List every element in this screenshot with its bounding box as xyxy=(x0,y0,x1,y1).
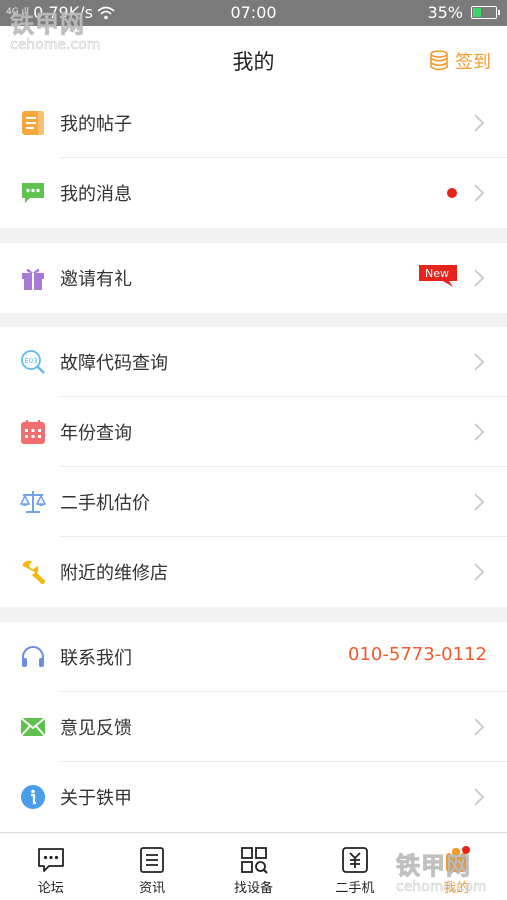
chevron-right-icon xyxy=(474,788,485,806)
news-icon xyxy=(140,847,165,873)
tab-find-equipment[interactable]: 找设备 xyxy=(203,833,304,900)
menu-item-repair-shops[interactable]: 附近的维修店 xyxy=(0,537,507,607)
battery-percent: 35% xyxy=(427,3,463,22)
menu-label: 二手机估价 xyxy=(60,493,150,514)
menu-label: 我的消息 xyxy=(60,184,132,205)
fault-code-search-icon: E03 xyxy=(20,349,46,375)
tab-used-machines[interactable]: 二手机 xyxy=(304,833,405,900)
grid-search-icon xyxy=(240,847,268,874)
menu-label: 年份查询 xyxy=(60,423,132,444)
calendar-icon xyxy=(20,419,46,445)
wrench-icon xyxy=(20,559,46,585)
gift-icon xyxy=(20,265,46,291)
tab-news[interactable]: 资讯 xyxy=(101,833,202,900)
tab-label: 我的 xyxy=(443,881,470,896)
menu-label: 邀请有礼 xyxy=(60,269,132,290)
new-badge: New xyxy=(419,265,457,287)
menu-label: 关于铁甲 xyxy=(60,788,132,809)
chevron-right-icon xyxy=(474,493,485,511)
menu-item-about[interactable]: 关于铁甲 xyxy=(0,762,507,832)
page-header: 我的 签到 xyxy=(0,26,507,96)
menu-item-invite[interactable]: 邀请有礼 New xyxy=(0,243,507,313)
menu-item-contact-us[interactable]: 联系我们 010-5773-0112 xyxy=(0,622,507,692)
menu-item-year-query[interactable]: 年份查询 xyxy=(0,397,507,467)
coin-stack-icon xyxy=(430,50,448,71)
chat-bubble-icon xyxy=(37,848,64,872)
price-tag-icon xyxy=(342,847,368,873)
menu-label: 我的帖子 xyxy=(60,114,132,135)
checkin-button[interactable]: 签到 xyxy=(429,48,491,74)
menu-label: 附近的维修店 xyxy=(60,563,168,584)
chevron-right-icon xyxy=(474,563,485,581)
tab-label: 二手机 xyxy=(335,881,375,896)
checkin-label: 签到 xyxy=(455,52,491,73)
envelope-icon xyxy=(20,714,46,740)
menu-item-feedback[interactable]: 意见反馈 xyxy=(0,692,507,762)
bottom-tab-bar: 论坛 资讯 找设备 二手机 我的 xyxy=(0,832,507,900)
tab-label: 找设备 xyxy=(234,881,274,896)
chevron-right-icon xyxy=(474,423,485,441)
menu-item-used-valuation[interactable]: 二手机估价 xyxy=(0,467,507,537)
tab-label: 论坛 xyxy=(37,881,64,896)
menu-group-tools: E03 故障代码查询 年份查询 二手机估价 附近的维修店 xyxy=(0,327,507,607)
menu-label: 意见反馈 xyxy=(60,718,132,739)
unread-dot xyxy=(447,188,457,198)
status-bar: 4G ıll 0.79K/s 07:00 35% xyxy=(0,0,507,26)
battery-icon xyxy=(471,6,500,19)
svg-text:E03: E03 xyxy=(24,357,37,365)
menu-label: 联系我们 xyxy=(60,648,132,669)
status-right: 35% xyxy=(427,3,500,22)
profile-icon xyxy=(446,846,471,872)
menu-item-my-posts[interactable]: 我的帖子 xyxy=(0,88,507,158)
svg-text:New: New xyxy=(425,267,449,280)
chevron-right-icon xyxy=(474,184,485,202)
chevron-right-icon xyxy=(474,718,485,736)
menu-group-invite: 邀请有礼 New xyxy=(0,243,507,313)
chevron-right-icon xyxy=(474,114,485,132)
tab-mine[interactable]: 我的 xyxy=(406,833,507,900)
chevron-right-icon xyxy=(474,269,485,287)
menu-group-support: 联系我们 010-5773-0112 意见反馈 关于铁甲 xyxy=(0,622,507,832)
menu-item-fault-code[interactable]: E03 故障代码查询 xyxy=(0,327,507,397)
chevron-right-icon xyxy=(474,353,485,371)
phone-number[interactable]: 010-5773-0112 xyxy=(348,644,487,665)
menu-group-posts: 我的帖子 我的消息 xyxy=(0,88,507,228)
menu-label: 故障代码查询 xyxy=(60,353,168,374)
tab-label: 资讯 xyxy=(139,881,166,896)
headphones-icon xyxy=(20,644,46,670)
tab-forum[interactable]: 论坛 xyxy=(0,833,101,900)
document-icon xyxy=(20,110,46,136)
scale-icon xyxy=(20,489,46,515)
message-bubble-icon xyxy=(20,180,46,206)
menu-item-my-messages[interactable]: 我的消息 xyxy=(0,158,507,228)
info-icon xyxy=(20,784,46,810)
